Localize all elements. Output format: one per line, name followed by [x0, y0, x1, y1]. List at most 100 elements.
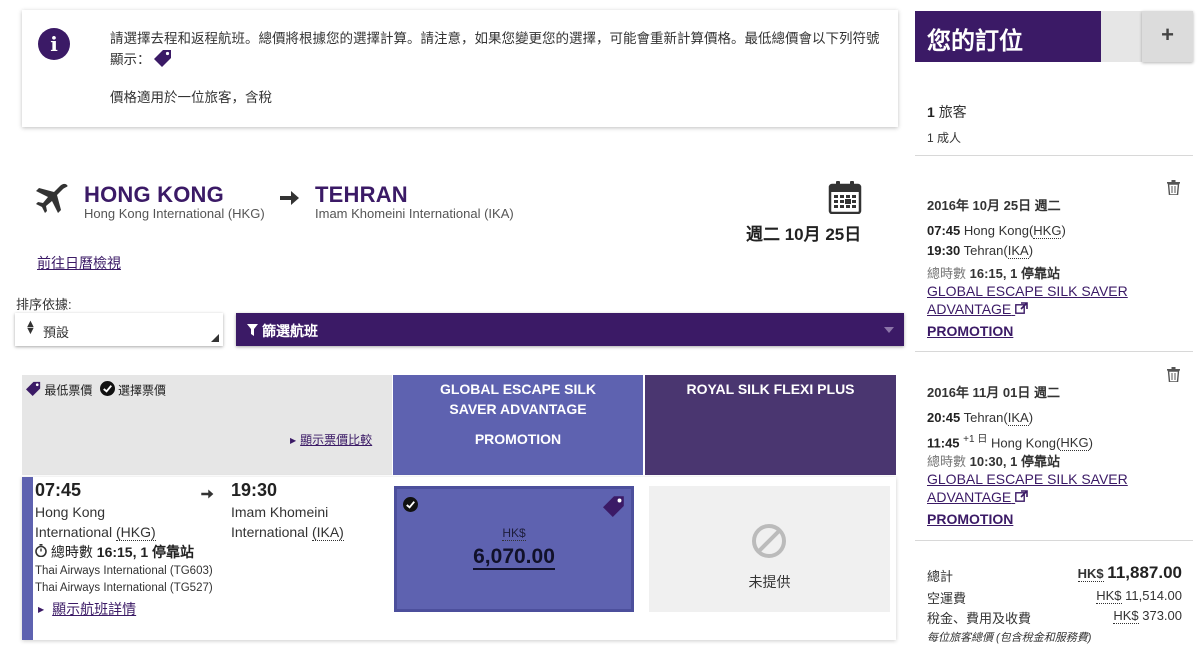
filter-label: 篩選航班 [262, 323, 318, 339]
flight-duration: 總時數 16:15, 1 停靠站 [35, 542, 194, 562]
info-box: i 請選擇去程和返程航班。總價將根據您的選擇計算。請注意，如果您變更您的選擇，可… [22, 10, 898, 127]
segment1-departure: 07:45 Hong Kong(HKG) [927, 223, 1066, 239]
arrival-place-line1: Imam Khomeini [231, 504, 329, 520]
departure-place-line1: Hong Kong [35, 504, 106, 520]
info-line1: 請選擇去程和返程航班。總價將根據您的選擇計算。請注意，如果您變更您的選擇，可能會… [110, 31, 880, 67]
origin-airport: Hong Kong International (HKG) [84, 206, 265, 221]
duration-label: 總時數 [50, 544, 93, 560]
price-note-footer: 每位旅客總價 (包含稅金和服務費) [927, 632, 1092, 644]
destination-city: TEHRAN [315, 182, 408, 207]
flight-details-link[interactable]: ▶ 顯示航班詳情 [38, 599, 136, 619]
sort-select[interactable]: ▲ ▼ 預設 [15, 313, 223, 346]
fare-column-header-2: ROYAL SILK FLEXI PLUS [645, 375, 896, 475]
fare-amount: 6,070.00 [473, 545, 555, 570]
segment1-duration: 總時數 16:15, 1 停靠站 [927, 266, 1060, 281]
route-date: 週二 10月 25日 [746, 225, 862, 244]
sort-label: 排序依據: [16, 297, 72, 312]
segment2-date: 2016年 11月 01日 週二 [927, 385, 1060, 400]
carrier-1: Thai Airways International (TG603) [35, 565, 213, 577]
external-link-icon [1015, 489, 1028, 505]
duration-value: 16:15 [96, 544, 133, 560]
divider [915, 351, 1193, 352]
segment1-date: 2016年 10月 25日 週二 [927, 198, 1061, 213]
trash-icon[interactable] [1167, 180, 1180, 198]
total-label: 總計 [927, 569, 954, 584]
check-circle-icon [99, 381, 118, 399]
arrival-place-line2: International [231, 524, 309, 540]
price-note: 價格適用於一位旅客，含稅 [110, 90, 272, 105]
segment1-promo[interactable]: PROMOTION [927, 323, 1013, 339]
resize-corner-icon [211, 334, 219, 342]
fare-value: HK$ 11,514.00 [1096, 588, 1182, 604]
trash-icon[interactable] [1167, 367, 1180, 385]
stops-value: 1 停靠站 [140, 544, 195, 560]
price-tag-icon [603, 495, 625, 520]
row-accent [22, 477, 33, 640]
flight-details-label: 顯示航班詳情 [52, 601, 137, 617]
fare-compare-link[interactable]: ▶ 顯示票價比較 [290, 431, 372, 448]
price-tag-icon [26, 381, 44, 399]
legend-lowest: 最低票價 [44, 383, 93, 398]
chevron-down-icon [884, 327, 894, 333]
price-tag-icon [154, 49, 172, 73]
external-link-icon [1015, 301, 1028, 317]
arrival-place: Imam Khomeini International (IKA) [231, 502, 344, 542]
fare-option-selected[interactable]: HK$ 6,070.00 [394, 486, 634, 612]
sort-value: 預設 [43, 325, 70, 340]
arrival-time: 19:30 [231, 480, 278, 500]
departure-code: (HKG) [115, 524, 156, 541]
divider [915, 155, 1193, 156]
segment2-promo[interactable]: PROMOTION [927, 511, 1013, 527]
fare-column-promo-1: PROMOTION [474, 431, 562, 447]
tax-value: HK$ 373.00 [1113, 608, 1182, 624]
fare-column-header-1: GLOBAL ESCAPE SILK SAVER ADVANTAGE PROMO… [393, 375, 643, 475]
passenger-count: 1 [927, 104, 935, 120]
info-text: 請選擇去程和返程航班。總價將根據您的選擇計算。請注意，如果您變更您的選擇，可能會… [110, 28, 885, 108]
ban-icon [751, 523, 787, 562]
fare-currency: HK$ [502, 526, 526, 541]
arrow-right-icon [278, 188, 300, 211]
arrival-code: (IKA) [311, 524, 344, 541]
triangle-right-icon: ▶ [290, 436, 297, 445]
origin-city: HONG KONG [84, 182, 224, 207]
plus-icon[interactable]: + [1142, 11, 1193, 62]
adults-count: 1 成人 [927, 131, 962, 145]
fare-label: 空運費 [927, 591, 967, 606]
fare-compare-label: 顯示票價比較 [300, 433, 373, 447]
departure-place-line2: International [35, 524, 113, 540]
segment2-arrival: 11:45 +1 日 Hong Kong(HKG) [927, 434, 1093, 452]
departure-time: 07:45 [35, 480, 82, 500]
segment2-fare-link[interactable]: GLOBAL ESCAPE SILK SAVER ADVANTAGE [927, 471, 1128, 505]
legend-selected: 選擇票價 [118, 383, 167, 398]
calendar-view-link[interactable]: 前往日曆檢視 [37, 253, 121, 273]
sort-updown-icon: ▲ ▼ [25, 318, 36, 337]
fare-option-unavailable: 未提供 [649, 486, 890, 612]
filter-flights-button[interactable]: 篩選航班 [236, 313, 904, 346]
segment1-arrival: 19:30 Tehran(IKA) [927, 243, 1034, 259]
segment2-departure: 20:45 Tehran(IKA) [927, 410, 1034, 426]
booking-title: 您的訂位 [915, 11, 1101, 62]
fare-column-name-2: ROYAL SILK FLEXI PLUS [686, 381, 855, 397]
fare-legend: 最低票價 選擇票價 [26, 381, 166, 399]
segment2-duration: 總時數 10:30, 1 停靠站 [927, 454, 1060, 469]
total-value: HK$ 11,887.00 [1077, 563, 1182, 582]
calendar-icon [828, 180, 862, 217]
fare-column-name-1: GLOBAL ESCAPE SILK SAVER ADVANTAGE [439, 381, 597, 417]
tax-label: 稅金、費用及收費 [927, 611, 1032, 626]
check-circle-icon [403, 497, 418, 515]
arrow-right-icon [200, 487, 214, 504]
triangle-right-icon: ▶ [38, 605, 45, 614]
divider [915, 540, 1193, 541]
stopwatch-icon [35, 544, 51, 560]
segment1-fare-link[interactable]: GLOBAL ESCAPE SILK SAVER ADVANTAGE [927, 283, 1128, 317]
destination-airport: Imam Khomeini International (IKA) [315, 206, 514, 221]
booking-header-spacer [1101, 11, 1142, 62]
fare-legend-panel: 最低票價 選擇票價 ▶ 顯示票價比較 [22, 375, 392, 475]
funnel-icon [247, 323, 258, 339]
unavailable-label: 未提供 [748, 574, 791, 590]
page: i 請選擇去程和返程航班。總價將根據您的選擇計算。請注意，如果您變更您的選擇，可… [0, 0, 1204, 664]
plane-icon [34, 182, 70, 219]
passenger-label: 旅客 [938, 104, 967, 120]
info-icon: i [38, 28, 70, 60]
carrier-2: Thai Airways International (TG527) [35, 582, 213, 594]
